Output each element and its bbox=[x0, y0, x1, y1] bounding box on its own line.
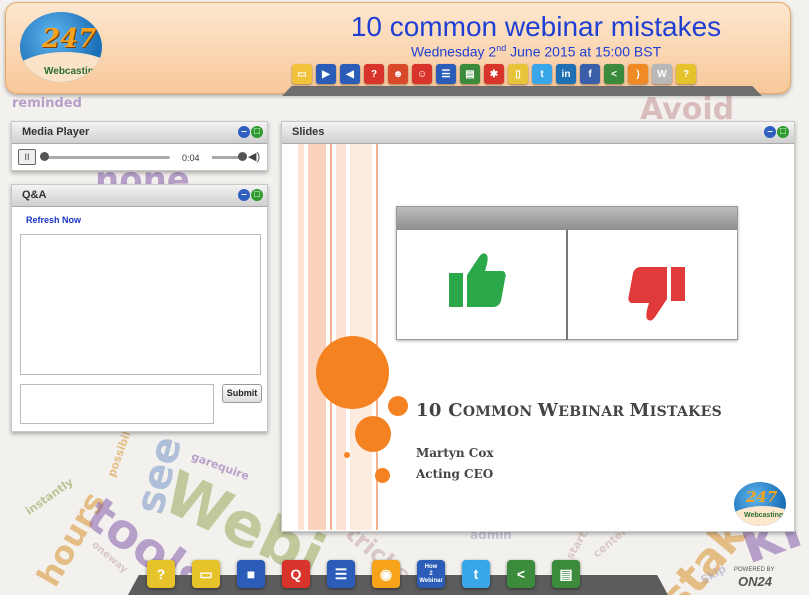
logo-number: 247 bbox=[746, 488, 778, 506]
date-weekday: Wednesday 2 bbox=[410, 43, 497, 60]
how-to-webinar-label: Webinar bbox=[419, 577, 443, 584]
profile-icon[interactable]: ☰ bbox=[436, 64, 456, 84]
panel-title: Slides bbox=[292, 126, 325, 138]
share-icon[interactable]: < bbox=[604, 64, 624, 84]
qa-history-box[interactable] bbox=[20, 234, 261, 375]
thumbs-down-icon bbox=[628, 267, 685, 321]
minimize-icon[interactable]: – bbox=[238, 126, 250, 138]
bg-word: reminded bbox=[12, 96, 82, 111]
slide-canvas: 10 COMMON WEBINAR MISTAKES Martyn Cox Ac… bbox=[288, 144, 794, 530]
media-player-header[interactable]: Media Player – □ bbox=[12, 122, 267, 144]
thumbs-header-bar bbox=[397, 207, 737, 230]
powered-by-label: POWERED BY bbox=[734, 567, 775, 573]
slide-stripe bbox=[298, 144, 304, 530]
group-icon[interactable]: ☺ bbox=[412, 64, 432, 84]
date-rest: June 2015 at 15:00 BST bbox=[506, 43, 662, 60]
dock-how-to-webinar-icon[interactable]: How 2 Webinar bbox=[417, 560, 445, 588]
elapsed-time: 0:04 bbox=[182, 153, 200, 163]
people-icon[interactable]: ☻ bbox=[388, 64, 408, 84]
slide-webcasting-logo: 247 Webcasting bbox=[734, 482, 786, 526]
panel-title: Media Player bbox=[22, 126, 90, 138]
title-part: W bbox=[537, 400, 559, 421]
decor-circle bbox=[316, 336, 389, 409]
dock-profile-icon[interactable]: ☰ bbox=[327, 560, 355, 588]
folder-icon[interactable]: ▤ bbox=[460, 64, 480, 84]
speaker-icon[interactable]: ◀) bbox=[248, 150, 260, 163]
slide-title: 10 COMMON WEBINAR MISTAKES bbox=[416, 400, 722, 421]
title-part: EBINAR bbox=[558, 404, 630, 420]
decor-circle bbox=[375, 468, 390, 483]
decor-circle bbox=[355, 416, 391, 452]
title-part: 10 C bbox=[416, 400, 463, 421]
decor-circle bbox=[388, 396, 408, 416]
slide-stripe bbox=[330, 144, 332, 530]
pause-button[interactable]: II bbox=[18, 149, 36, 165]
date-ordinal: nd bbox=[496, 43, 507, 53]
toolbar-shelf bbox=[282, 86, 762, 96]
dock-twitter-icon[interactable]: t bbox=[462, 560, 490, 588]
logo-text: Webcasting bbox=[44, 66, 100, 77]
qa-icon[interactable]: ? bbox=[364, 64, 384, 84]
network-icon[interactable]: ✱ bbox=[484, 64, 504, 84]
panel-title: Q&A bbox=[22, 189, 47, 201]
media-player-icon[interactable]: ▶ bbox=[316, 64, 336, 84]
media-player-panel: Media Player – □ II 0:04 ◀) bbox=[11, 121, 268, 171]
rss-icon[interactable]: ) bbox=[628, 64, 648, 84]
event-title: 10 common webinar mistakes bbox=[350, 11, 722, 42]
minimize-icon[interactable]: – bbox=[764, 126, 776, 138]
slides-icon[interactable]: ▭ bbox=[292, 64, 312, 84]
logo-text: Webcasting bbox=[744, 512, 784, 519]
slide-stripe bbox=[308, 144, 326, 530]
dock-webcasting-icon[interactable]: ◉ bbox=[372, 560, 400, 588]
on24-logo: ON24 bbox=[738, 574, 772, 589]
presenter-role: Acting CEO bbox=[416, 467, 494, 481]
dock-help-icon[interactable]: ? bbox=[147, 560, 175, 588]
header-toolbar: ▭ ▶ ◀? ☻ ☺ ☰ ▤ ✱ ▯ t in f <) W? bbox=[292, 64, 696, 84]
help-icon[interactable]: ? bbox=[676, 64, 696, 84]
thumbs-graphic bbox=[396, 206, 738, 340]
document-icon[interactable]: ▯ bbox=[508, 64, 528, 84]
how-to-webinar-label: How bbox=[424, 563, 438, 570]
minimize-icon[interactable]: – bbox=[238, 189, 250, 201]
thumbs-divider bbox=[566, 230, 568, 340]
maximize-icon[interactable]: □ bbox=[251, 126, 263, 138]
webcasting-logo: 247 Webcasting bbox=[20, 12, 102, 82]
title-part: M bbox=[629, 400, 650, 421]
slides-header[interactable]: Slides – □ bbox=[282, 122, 794, 144]
logo-number: 247 bbox=[42, 24, 97, 54]
volume-handle[interactable] bbox=[238, 152, 247, 161]
maximize-icon[interactable]: □ bbox=[777, 126, 789, 138]
bottom-dock: ? ▭ ■ Q ☰ ◉ How 2 Webinar t < ▤ bbox=[147, 560, 580, 588]
submit-button[interactable]: Submit bbox=[222, 384, 262, 403]
seek-bar[interactable] bbox=[42, 156, 170, 159]
decor-circle bbox=[344, 452, 350, 458]
wikipedia-icon[interactable]: W bbox=[652, 64, 672, 84]
facebook-icon[interactable]: f bbox=[580, 64, 600, 84]
twitter-icon[interactable]: t bbox=[532, 64, 552, 84]
slides-panel: Slides – □ 10 COMMON WEBINAR MISTAKES Ma… bbox=[281, 121, 795, 532]
maximize-icon[interactable]: □ bbox=[251, 189, 263, 201]
linkedin-icon[interactable]: in bbox=[556, 64, 576, 84]
presenter-name: Martyn Cox bbox=[416, 446, 494, 460]
seek-handle[interactable] bbox=[40, 152, 49, 161]
event-date: Wednesday 2nd June 2015 at 15:00 BST bbox=[336, 43, 736, 60]
dock-share-icon[interactable]: < bbox=[507, 560, 535, 588]
dock-video-icon[interactable]: ■ bbox=[237, 560, 265, 588]
title-part: ISTAKES bbox=[649, 404, 723, 420]
dock-qa-icon[interactable]: Q bbox=[282, 560, 310, 588]
dock-folder-icon[interactable]: ▤ bbox=[552, 560, 580, 588]
dock-slides-icon[interactable]: ▭ bbox=[192, 560, 220, 588]
qa-header[interactable]: Q&A – □ bbox=[12, 185, 267, 207]
refresh-link[interactable]: Refresh Now bbox=[26, 215, 81, 225]
how-to-webinar-label: 2 bbox=[429, 570, 433, 577]
question-input[interactable] bbox=[20, 384, 214, 424]
thumbs-up-icon bbox=[449, 253, 506, 307]
title-part: OMMON bbox=[462, 404, 538, 420]
speaker-icon[interactable]: ◀ bbox=[340, 64, 360, 84]
qa-panel: Q&A – □ Refresh Now Submit bbox=[11, 184, 268, 432]
